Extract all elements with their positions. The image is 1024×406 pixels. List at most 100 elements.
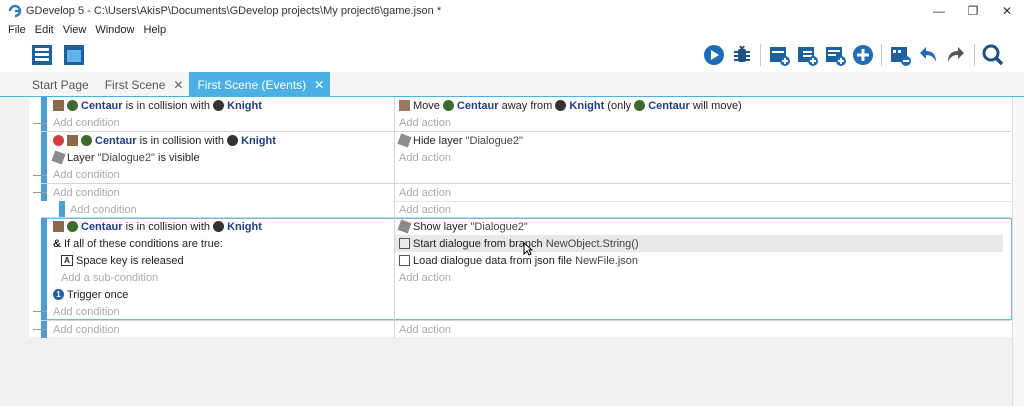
project-list-icon [32,45,52,65]
collision-icon [67,135,78,146]
event-empty[interactable]: Add condition Add action [29,321,1012,338]
menu-window[interactable]: Window [95,24,134,36]
add-condition-button[interactable]: Add condition [47,114,394,131]
event-4[interactable]: Centaur is in collision with Knight & If… [29,218,1012,320]
add-event-button[interactable] [766,42,792,68]
maximize-button[interactable]: ❐ [956,0,990,22]
inverted-condition-icon [53,135,64,146]
subevent-add-action-button[interactable]: Add action [395,201,1012,218]
object-name: Centaur [648,99,690,112]
layer-icon [397,219,412,234]
events-list: Centaur is in collision with Knight Add … [29,97,1012,338]
debugger-button[interactable] [729,42,755,68]
event-2[interactable]: Centaur is in collision with Knight Laye… [29,132,1012,183]
action-hide-layer[interactable]: Hide layer "Dialogue2" [395,132,1012,149]
conditions-column: Centaur is in collision with Knight Add … [47,97,395,131]
event-1[interactable]: Centaur is in collision with Knight Add … [29,97,1012,131]
add-comment-icon [826,47,846,66]
add-action-button[interactable]: Add action [395,114,1012,131]
object-name: Centaur [456,99,499,112]
menu-view[interactable]: View [63,24,87,36]
add-condition-button[interactable]: Add condition [47,166,394,183]
undo-button[interactable] [915,42,941,68]
condition-collision[interactable]: Centaur is in collision with Knight [47,218,394,235]
layer-icon [51,150,66,165]
toolbar-separator [760,44,761,66]
action-move-away[interactable]: Move Centaur away from Knight (only Cent… [395,97,1012,114]
add-action-button[interactable]: Add action [395,269,1012,286]
menu-file[interactable]: File [8,24,26,36]
action-text: Load dialogue data from json file [413,254,572,267]
subevent-add-condition-button[interactable]: Add condition [47,201,394,218]
project-manager-button[interactable] [29,42,55,68]
object-name: Knight [227,99,262,112]
toolbar [0,38,1024,72]
object-name: Knight [569,99,605,112]
toolbar-separator [881,44,882,66]
tab-first-scene-events[interactable]: First Scene (Events) ✕ [189,72,331,97]
tab-label: First Scene (Events) [197,77,307,92]
conditions-column: Centaur is in collision with Knight & If… [47,218,395,320]
condition-layer-visible[interactable]: Layer "Dialogue2" is visible [47,149,394,166]
search-button[interactable] [980,42,1006,68]
preview-button[interactable] [701,42,727,68]
action-param: NewFile.json [575,254,639,267]
redo-button[interactable] [943,42,969,68]
add-action-button[interactable]: Add action [395,184,1012,201]
action-start-dialogue[interactable]: Start dialogue from branch NewObject.Str… [395,235,1003,252]
tab-label: First Scene [104,77,166,92]
scrollbar-track[interactable] [1012,97,1024,406]
actions-column: Move Centaur away from Knight (only Cent… [395,97,1012,131]
scene-editor-button[interactable] [61,42,87,68]
close-icon[interactable]: ✕ [314,78,324,92]
window-controls: — ❐ ✕ [922,0,1024,22]
add-condition-button[interactable]: Add condition [47,184,394,201]
condition-collision[interactable]: Centaur is in collision with Knight [47,132,394,149]
condition-and-group[interactable]: & If all of these conditions are true: [47,235,394,252]
event-connector [33,123,47,124]
actions-column: Add action Add action [395,184,1012,217]
condition-text: If all of these conditions are true: [63,237,223,250]
add-action-button[interactable]: Add action [395,149,1012,166]
knight-object-icon [213,100,225,111]
tab-first-scene[interactable]: First Scene ✕ [95,72,190,97]
add-condition-button[interactable]: Add condition [47,303,394,320]
condition-key-released[interactable]: A Space key is released [47,252,394,269]
menu-edit[interactable]: Edit [35,24,54,36]
action-param: "Dialogue2" [470,220,528,233]
condition-text: Layer [67,151,95,164]
action-show-layer[interactable]: Show layer "Dialogue2" [395,218,1012,235]
minimize-button[interactable]: — [922,0,956,22]
add-subcondition-button[interactable]: Add a sub-condition [47,269,394,286]
action-param: NewObject.String() [545,237,639,250]
event-3[interactable]: Add condition Add condition Add action A… [29,184,1012,217]
close-window-button[interactable]: ✕ [990,0,1024,22]
action-load-dialogue[interactable]: Load dialogue data from json file NewFil… [395,252,1012,269]
condition-trigger-once[interactable]: 1 Trigger once [47,286,394,303]
add-subevent-button[interactable] [794,42,820,68]
and-icon: & [53,237,61,250]
add-subevent-icon [798,47,818,66]
add-more-button[interactable] [850,42,876,68]
events-sheet[interactable]: Centaur is in collision with Knight Add … [0,97,1024,406]
search-icon [982,44,1004,66]
condition-param: "Dialogue2" [97,151,155,164]
condition-collision[interactable]: Centaur is in collision with Knight [47,97,394,114]
add-comment-button[interactable] [822,42,848,68]
action-text: will move) [692,99,742,112]
add-circle-icon [853,45,873,65]
close-icon[interactable]: ✕ [173,78,183,92]
play-icon [704,45,724,65]
delete-event-button[interactable] [887,42,913,68]
action-text: Hide layer [413,134,463,147]
collision-icon [53,221,64,232]
move-icon [399,100,410,111]
add-action-button[interactable]: Add action [395,321,1012,338]
centaur-object-icon [67,221,78,232]
bug-icon [734,45,750,62]
object-name: Centaur [81,220,123,233]
menu-help[interactable]: Help [143,24,166,36]
tab-start-page[interactable]: Start Page [0,72,95,97]
conditions-column: Centaur is in collision with Knight Laye… [47,132,395,183]
add-condition-button[interactable]: Add condition [47,321,394,338]
